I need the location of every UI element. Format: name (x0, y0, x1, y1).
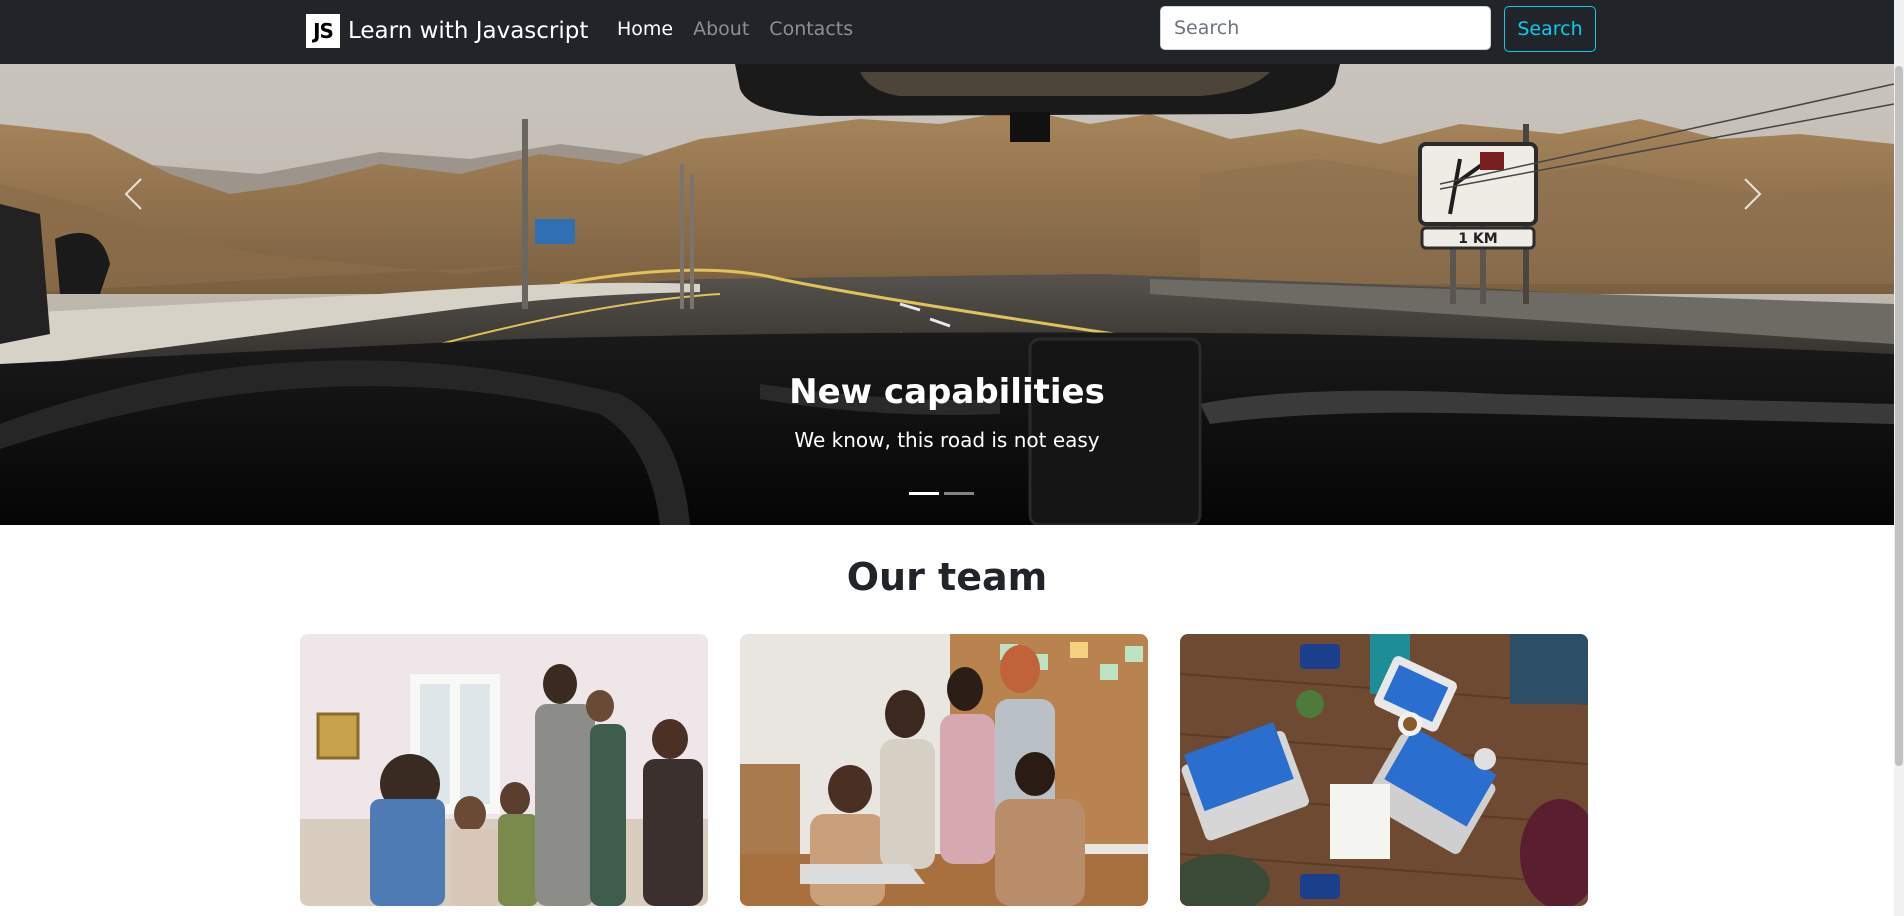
navbar: JS Learn with Javascript Home About Cont… (0, 0, 1894, 64)
road-trip-photo: 1 KM (0, 64, 1894, 525)
chevron-left-icon (124, 178, 142, 210)
road-sign-text: 1 KM (1458, 231, 1497, 247)
carousel-next-button[interactable] (1723, 154, 1783, 234)
carousel-caption-title: New capabilities (789, 372, 1105, 412)
chevron-right-icon (1744, 178, 1762, 210)
team-card-2 (740, 634, 1148, 906)
hero-carousel: 1 KM New capabilities We know, this road… (0, 64, 1894, 525)
brand-text: Learn with Javascript (348, 18, 589, 44)
team-card-1 (300, 634, 708, 906)
carousel-indicator-2[interactable] (944, 492, 974, 495)
team-card-3 (1180, 634, 1588, 906)
carousel-caption-text: We know, this road is not easy (794, 428, 1100, 452)
search-input[interactable] (1160, 6, 1491, 50)
carousel-indicators (909, 492, 979, 495)
team-around-laptop-photo (740, 634, 1148, 906)
nav-link-about[interactable]: About (693, 16, 749, 42)
js-logo-icon: JS (306, 14, 340, 48)
search-button[interactable]: Search (1504, 6, 1596, 52)
team-section-title: Our team (846, 555, 1048, 599)
nav-link-contacts[interactable]: Contacts (769, 16, 853, 42)
nav-links: Home About Contacts (617, 16, 873, 42)
scrollbar-thumb[interactable] (1895, 66, 1903, 766)
desk-with-laptops-photo (1180, 634, 1588, 906)
brand-link[interactable]: JS Learn with Javascript (306, 14, 588, 48)
carousel-indicator-1[interactable] (909, 492, 939, 495)
page-scrollbar[interactable] (1894, 0, 1904, 916)
nav-link-home[interactable]: Home (617, 16, 673, 42)
carousel-prev-button[interactable] (103, 154, 163, 234)
people-meeting-photo (300, 634, 708, 906)
